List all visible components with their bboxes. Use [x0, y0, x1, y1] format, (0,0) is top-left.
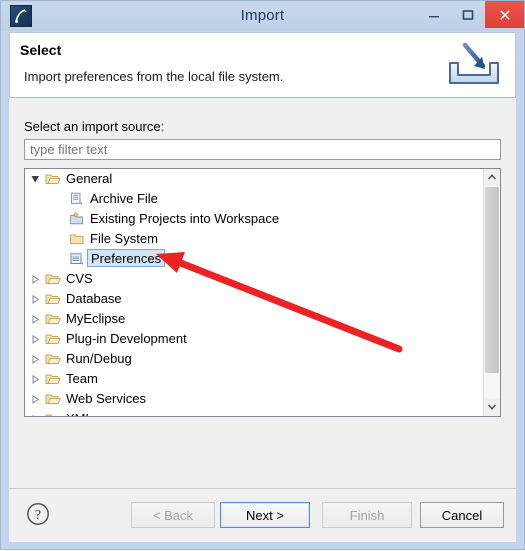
- tree-item-general[interactable]: General: [25, 169, 484, 189]
- archive-file-icon: [69, 191, 85, 207]
- tree-item-archive-file[interactable]: Archive File: [25, 189, 484, 209]
- collapse-arrow-icon[interactable]: [28, 409, 42, 416]
- wizard-header: Select Import preferences from the local…: [9, 32, 516, 98]
- maximize-icon[interactable]: [451, 1, 485, 28]
- tree-item-label: Archive File: [90, 191, 158, 206]
- tree-item-existing-projects-into-workspace[interactable]: Existing Projects into Workspace: [25, 209, 484, 229]
- tree-item-preferences[interactable]: Preferences: [25, 249, 484, 269]
- finish-button[interactable]: Finish: [322, 502, 412, 528]
- preferences-icon: [69, 251, 85, 267]
- tree-item-label: Run/Debug: [66, 351, 132, 366]
- help-icon[interactable]: ?: [25, 501, 51, 527]
- tree-item-file-system[interactable]: File System: [25, 229, 484, 249]
- folder-open-icon: [45, 391, 61, 407]
- folder-open-icon: [45, 371, 61, 387]
- import-wizard-icon: [445, 39, 503, 91]
- collapse-arrow-icon[interactable]: [28, 389, 42, 409]
- wizard-body: Select an import source: General Archive …: [9, 98, 516, 488]
- existing-projects-icon: [69, 211, 85, 227]
- scroll-up-icon[interactable]: [484, 169, 500, 186]
- tree-item-label: Preferences: [87, 249, 166, 267]
- tree-item-database[interactable]: Database: [25, 289, 484, 309]
- folder-open-icon: [45, 311, 61, 327]
- tree-item-run-debug[interactable]: Run/Debug: [25, 349, 484, 369]
- tree-item-web-services[interactable]: Web Services: [25, 389, 484, 409]
- dialog-button-bar: ? < Back Next > Finish Cancel: [9, 488, 516, 542]
- title-bar[interactable]: Import: [1, 1, 524, 31]
- collapse-arrow-icon[interactable]: [28, 329, 42, 349]
- tree-item-team[interactable]: Team: [25, 369, 484, 389]
- filter-input[interactable]: [24, 139, 501, 160]
- back-button[interactable]: < Back: [131, 502, 215, 528]
- tree-item-label: XML: [63, 409, 96, 416]
- collapse-arrow-icon[interactable]: [28, 269, 42, 289]
- tree-vertical-scrollbar[interactable]: [483, 169, 500, 416]
- tree-item-label: File System: [90, 231, 158, 246]
- tree-item-label: Plug-in Development: [66, 331, 187, 346]
- folder-open-icon: [45, 411, 61, 416]
- collapse-arrow-icon[interactable]: [28, 349, 42, 369]
- import-source-tree[interactable]: General Archive File Existing Projects int…: [24, 168, 501, 417]
- tree-item-label: Team: [66, 371, 98, 386]
- file-system-icon: [69, 231, 85, 247]
- tree-item-label: Database: [66, 291, 122, 306]
- tree-item-label: General: [66, 171, 113, 186]
- tree-item-label: Web Services: [66, 391, 146, 406]
- folder-open-icon: [45, 331, 61, 347]
- import-source-label: Select an import source:: [24, 119, 165, 134]
- folder-open-icon: [45, 351, 61, 367]
- tree-item-xml[interactable]: XML: [25, 409, 484, 416]
- tree-item-cvs[interactable]: CVS: [25, 269, 484, 289]
- tree-item-myeclipse[interactable]: MyEclipse: [25, 309, 484, 329]
- close-icon[interactable]: [485, 1, 524, 28]
- collapse-arrow-icon[interactable]: [28, 369, 42, 389]
- folder-open-icon: [45, 291, 61, 307]
- tree-item-label: Existing Projects into Workspace: [90, 211, 280, 226]
- tree-node-list: General Archive File Existing Projects int…: [25, 169, 484, 416]
- minimize-icon[interactable]: [417, 1, 451, 28]
- tree-item-plug-in-development[interactable]: Plug-in Development: [25, 329, 484, 349]
- folder-open-icon: [45, 171, 61, 187]
- next-button[interactable]: Next >: [220, 502, 310, 528]
- tree-item-label: MyEclipse: [66, 311, 126, 326]
- collapse-arrow-icon[interactable]: [28, 289, 42, 309]
- folder-open-icon: [45, 271, 61, 287]
- svg-text:?: ?: [35, 508, 41, 523]
- page-title: Select: [20, 42, 62, 58]
- collapse-arrow-icon[interactable]: [28, 309, 42, 329]
- import-dialog-window: Import Select Import preferences from th…: [0, 0, 525, 550]
- page-description: Import preferences from the local file s…: [24, 69, 284, 84]
- scrollbar-thumb[interactable]: [485, 187, 499, 373]
- scroll-down-icon[interactable]: [484, 399, 500, 416]
- cancel-button[interactable]: Cancel: [420, 502, 504, 528]
- tree-item-label: CVS: [66, 271, 93, 286]
- expand-arrow-icon[interactable]: [28, 169, 42, 189]
